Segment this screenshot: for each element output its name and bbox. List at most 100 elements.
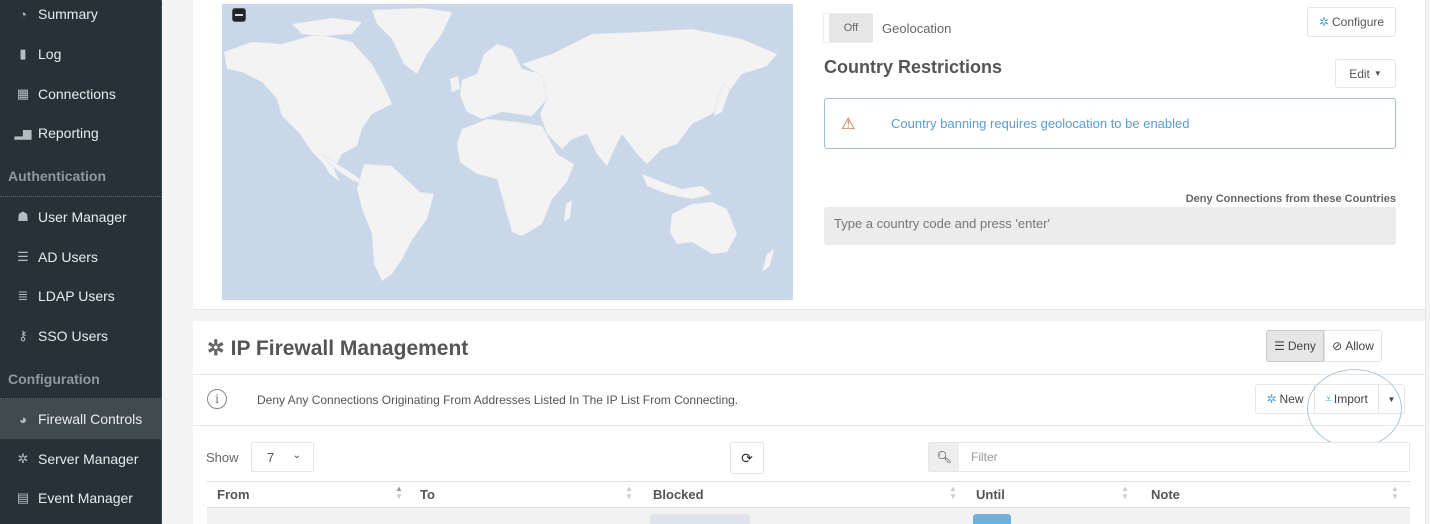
chevron-down-icon: ⌄: [292, 450, 301, 461]
sidebar-item-ldap-users[interactable]: ≣ LDAP Users: [0, 276, 162, 316]
key-icon: ⚷: [18, 328, 28, 343]
import-label: Import: [1333, 392, 1368, 406]
edit-dropdown-button[interactable]: Edit ▼: [1335, 59, 1396, 88]
geolocation-label: Geolocation: [882, 21, 952, 36]
blocked-chip: [650, 514, 750, 524]
refresh-icon: ⟳: [741, 449, 753, 466]
sidebar-item-event-manager[interactable]: ▤ Event Manager: [0, 478, 162, 518]
gear-icon: ✲: [207, 337, 225, 360]
show-label: Show: [206, 450, 239, 465]
filter-field: 🔍︎: [928, 442, 1410, 472]
column-until[interactable]: Until: [976, 487, 1005, 502]
map-europe: [459, 43, 548, 120]
new-button[interactable]: ✲ New: [1256, 385, 1314, 413]
map-australia: [669, 201, 738, 255]
deny-mode-button[interactable]: ☰ Deny: [1266, 330, 1324, 362]
column-to[interactable]: To: [420, 487, 435, 502]
column-note[interactable]: Note: [1151, 487, 1180, 502]
globe-icon: ◕: [19, 411, 27, 427]
info-icon: i: [207, 389, 227, 409]
map-new-zealand: [761, 248, 775, 273]
country-code-input[interactable]: [824, 207, 1396, 245]
ip-actions-group: ✲ New ⩡ Import ▼: [1255, 384, 1405, 414]
sidebar-item-label: User Manager: [38, 209, 127, 225]
sidebar-item-connections[interactable]: ▦ Connections: [0, 74, 162, 114]
map-asia: [521, 28, 778, 167]
filter-input[interactable]: [959, 443, 1409, 471]
sidebar-item-label: Log: [38, 46, 62, 62]
geo-panel: Off Geolocation ✲ Configure Country Rest…: [193, 0, 1425, 310]
section-authentication: Authentication: [8, 168, 106, 184]
sidebar-item-server-manager[interactable]: ✲ Server Manager: [0, 439, 162, 479]
gear-icon: ✲: [1318, 15, 1330, 29]
ip-firewall-panel: ✲ IP Firewall Management ☰ Deny ⊘ Allow …: [193, 321, 1425, 524]
configure-button[interactable]: ✲ Configure: [1307, 7, 1396, 37]
page-size-select[interactable]: 7 ⌄: [251, 442, 314, 472]
sidebar-item-summary[interactable]: ◔ Summary: [0, 0, 162, 34]
sort-icon[interactable]: ▲ ▼: [1391, 485, 1399, 501]
map-greenland: [371, 7, 453, 75]
alert-message: Country banning requires geolocation to …: [891, 116, 1190, 131]
country-restrictions-title: Country Restrictions: [824, 57, 1003, 77]
gear-icon: ✲: [1266, 392, 1277, 406]
sidebar-item-label: Connections: [38, 86, 116, 102]
deny-label: Deny: [1287, 339, 1316, 353]
sidebar-item-firewall-controls[interactable]: ◕ Firewall Controls: [0, 399, 162, 439]
sidebar-item-sso-users[interactable]: ⚷ SSO Users: [0, 316, 162, 356]
book-icon: ▮: [19, 46, 27, 61]
user-icon: ☗: [17, 209, 29, 224]
until-chip: [973, 514, 1011, 524]
geolocation-alert: ⚠ Country banning requires geolocation t…: [824, 98, 1396, 149]
sort-icon[interactable]: ▲ ▼: [1121, 485, 1129, 501]
sidebar-item-reporting[interactable]: ▂▆ Reporting: [0, 113, 162, 153]
server-icon: ☰: [17, 249, 29, 264]
firewall-info-row: i Deny Any Connections Originating From …: [193, 375, 1425, 426]
database-icon: ≣: [17, 288, 29, 303]
sidebar-item-label: Reporting: [38, 125, 99, 141]
sort-icon[interactable]: ▲ ▼: [395, 485, 403, 501]
world-map-svg: [223, 7, 778, 282]
ban-icon: ⊘: [1332, 339, 1343, 353]
sort-icon[interactable]: ▲ ▼: [625, 485, 633, 501]
map-indonesia: [641, 173, 713, 200]
import-icon: ⩡: [1325, 391, 1332, 406]
edit-label: Edit: [1349, 66, 1370, 81]
refresh-button[interactable]: ⟳: [730, 442, 764, 474]
firewall-header: ✲ IP Firewall Management ☰ Deny ⊘ Allow: [193, 321, 1425, 375]
sidebar-item-log[interactable]: ▮ Log: [0, 34, 162, 74]
map-collapse-button[interactable]: [232, 8, 246, 22]
grid-icon: ▦: [16, 86, 30, 101]
map-madagascar: [563, 199, 573, 223]
dashboard-icon: ◔: [19, 6, 27, 22]
import-dropdown-toggle[interactable]: ▼: [1378, 385, 1404, 413]
sidebar-item-label: AD Users: [38, 249, 98, 265]
world-map[interactable]: [222, 4, 793, 300]
sort-icon[interactable]: ▲ ▼: [949, 485, 957, 501]
calendar-icon: ▤: [16, 490, 30, 505]
firewall-info-text: Deny Any Connections Originating From Ad…: [257, 393, 739, 407]
sidebar-item-label: Server Manager: [38, 451, 139, 467]
sidebar-item-label: Firewall Controls: [38, 411, 143, 427]
map-north-america: [223, 33, 393, 183]
sidebar-item-ad-users[interactable]: ☰ AD Users: [0, 237, 162, 277]
scrollbar-track[interactable]: [1425, 0, 1430, 524]
firewall-title: ✲ IP Firewall Management: [207, 336, 468, 361]
new-label: New: [1279, 392, 1304, 406]
deny-countries-label: Deny Connections from these Countries: [1185, 193, 1396, 205]
list-icon: ☰: [1274, 339, 1285, 353]
table-row[interactable]: [207, 508, 1410, 524]
allow-mode-button[interactable]: ⊘ Allow: [1324, 330, 1382, 362]
column-from[interactable]: From: [217, 487, 250, 502]
allow-label: Allow: [1345, 339, 1374, 353]
sidebar-item-user-manager[interactable]: ☗ User Manager: [0, 197, 162, 237]
geolocation-toggle[interactable]: Off: [823, 13, 873, 43]
ip-table-header: From ▲ ▼ To ▲ ▼ Blocked ▲ ▼ Until ▲ ▼ Note ▲…: [207, 481, 1410, 508]
caret-down-icon: ▼: [1373, 69, 1382, 78]
column-blocked[interactable]: Blocked: [653, 487, 704, 502]
sidebar-item-label: Summary: [38, 6, 98, 22]
map-uk: [449, 75, 461, 93]
caret-down-icon: ▼: [1387, 394, 1396, 404]
map-arctic-islands: [291, 17, 363, 37]
import-button[interactable]: ⩡ Import: [1314, 385, 1378, 413]
sidebar: ◔ Summary ▮ Log ▦ Connections ▂▆ Reporti…: [0, 0, 162, 524]
